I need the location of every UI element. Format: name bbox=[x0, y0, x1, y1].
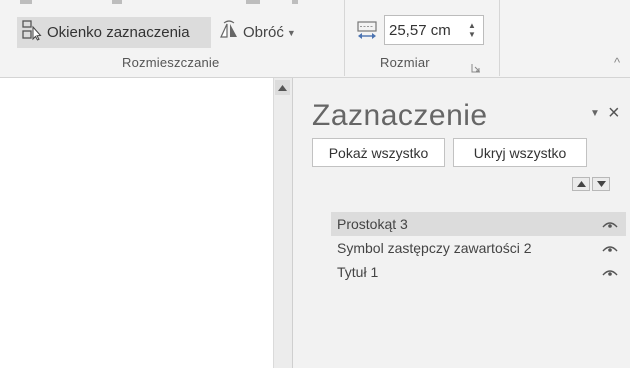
rotate-label: Obróć bbox=[243, 24, 284, 41]
width-value: 25,57 cm bbox=[389, 21, 451, 39]
group-label-arrange: Rozmieszczanie bbox=[122, 55, 220, 70]
eye-icon[interactable] bbox=[600, 220, 620, 228]
width-input[interactable]: 25,57 cm ▲ ▼ bbox=[384, 15, 484, 45]
list-item[interactable]: Symbol zastępczy zawartości 2 bbox=[331, 236, 626, 260]
selection-pane-button[interactable]: Okienko zaznaczenia bbox=[17, 17, 211, 48]
chevron-down-icon: ▼ bbox=[286, 27, 296, 38]
selection-pane-label: Okienko zaznaczenia bbox=[47, 24, 190, 41]
scroll-up-button[interactable] bbox=[275, 80, 290, 95]
ribbon-cut-off-top bbox=[0, 0, 630, 6]
list-item[interactable]: Prostokąt 3 bbox=[331, 212, 626, 236]
rotate-button[interactable]: Obróć ▼ bbox=[218, 17, 296, 48]
list-item-label: Symbol zastępczy zawartości 2 bbox=[337, 240, 532, 256]
vertical-scrollbar[interactable] bbox=[273, 78, 292, 368]
spin-up-icon[interactable]: ▲ bbox=[468, 21, 476, 30]
list-item-label: Tytuł 1 bbox=[337, 264, 379, 280]
bring-forward-button[interactable] bbox=[572, 177, 590, 191]
close-icon[interactable]: × bbox=[608, 102, 620, 125]
pane-title: Zaznaczenie bbox=[312, 99, 488, 132]
ribbon: Okienko zaznaczenia Obróć ▼ Rozmieszczan… bbox=[0, 0, 630, 78]
list-item-label: Prostokąt 3 bbox=[337, 216, 408, 232]
list-item[interactable]: Tytuł 1 bbox=[331, 260, 626, 284]
spin-down-icon[interactable]: ▼ bbox=[468, 30, 476, 39]
ribbon-separator bbox=[499, 0, 500, 76]
hide-all-button[interactable]: Ukryj wszystko bbox=[453, 138, 587, 167]
eye-icon[interactable] bbox=[600, 244, 620, 252]
ribbon-separator bbox=[344, 0, 345, 76]
selection-pane: Zaznaczenie ▼ × Pokaż wszystko Ukryj wsz… bbox=[293, 78, 630, 368]
group-label-size: Rozmiar bbox=[380, 55, 430, 70]
width-icon bbox=[356, 20, 378, 47]
selection-pane-icon bbox=[21, 19, 43, 46]
object-list: Prostokąt 3 Symbol zastępczy zawartości … bbox=[331, 212, 626, 284]
collapse-ribbon-icon[interactable]: ^ bbox=[614, 55, 620, 70]
send-backward-button[interactable] bbox=[592, 177, 610, 191]
rotate-icon bbox=[218, 20, 240, 45]
dialog-launcher-icon[interactable] bbox=[471, 60, 481, 78]
slide-area[interactable] bbox=[0, 78, 273, 368]
width-spinner[interactable]: ▲ ▼ bbox=[465, 21, 479, 39]
eye-icon[interactable] bbox=[600, 268, 620, 276]
show-all-button[interactable]: Pokaż wszystko bbox=[312, 138, 445, 167]
chevron-down-icon[interactable]: ▼ bbox=[590, 108, 600, 119]
